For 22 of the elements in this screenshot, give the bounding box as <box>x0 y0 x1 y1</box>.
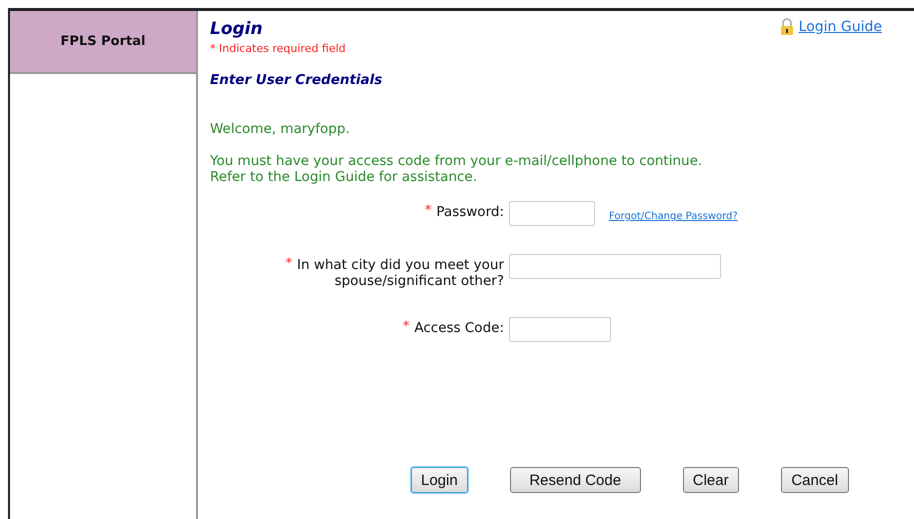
form-button[interactable]: Clear <box>682 467 739 493</box>
required-marker: * <box>402 319 410 334</box>
required-marker: * <box>424 203 432 218</box>
padlock-icon <box>780 18 794 36</box>
message-text: You must have your access code from your e-mail/cellphone to continue. Refer to the Login Guide for assistance. <box>210 153 702 185</box>
input-field[interactable] <box>509 317 611 342</box>
input-field[interactable] <box>509 254 721 279</box>
field-label: Password: <box>436 204 504 220</box>
message-text: Welcome, maryfopp. <box>210 121 350 137</box>
field-label: Access Code: <box>414 320 504 336</box>
field-label: In what city did you meet your spouse/significant other? <box>296 257 504 289</box>
section-title: Enter User Credentials <box>210 72 382 88</box>
required-marker: * <box>285 256 292 271</box>
forgot-password-link[interactable]: Forgot/Change Password? <box>609 211 738 222</box>
form-button[interactable]: Resend Code <box>510 467 641 493</box>
required-note: * Indicates required field <box>210 42 346 55</box>
page-title: Login <box>210 19 263 39</box>
form-button[interactable]: Cancel <box>780 467 849 493</box>
input-field[interactable] <box>509 201 595 226</box>
form-button[interactable]: Login <box>411 467 468 493</box>
login-guide-link[interactable]: Login Guide <box>780 18 882 36</box>
portal-title: FPLS Portal <box>60 34 146 49</box>
